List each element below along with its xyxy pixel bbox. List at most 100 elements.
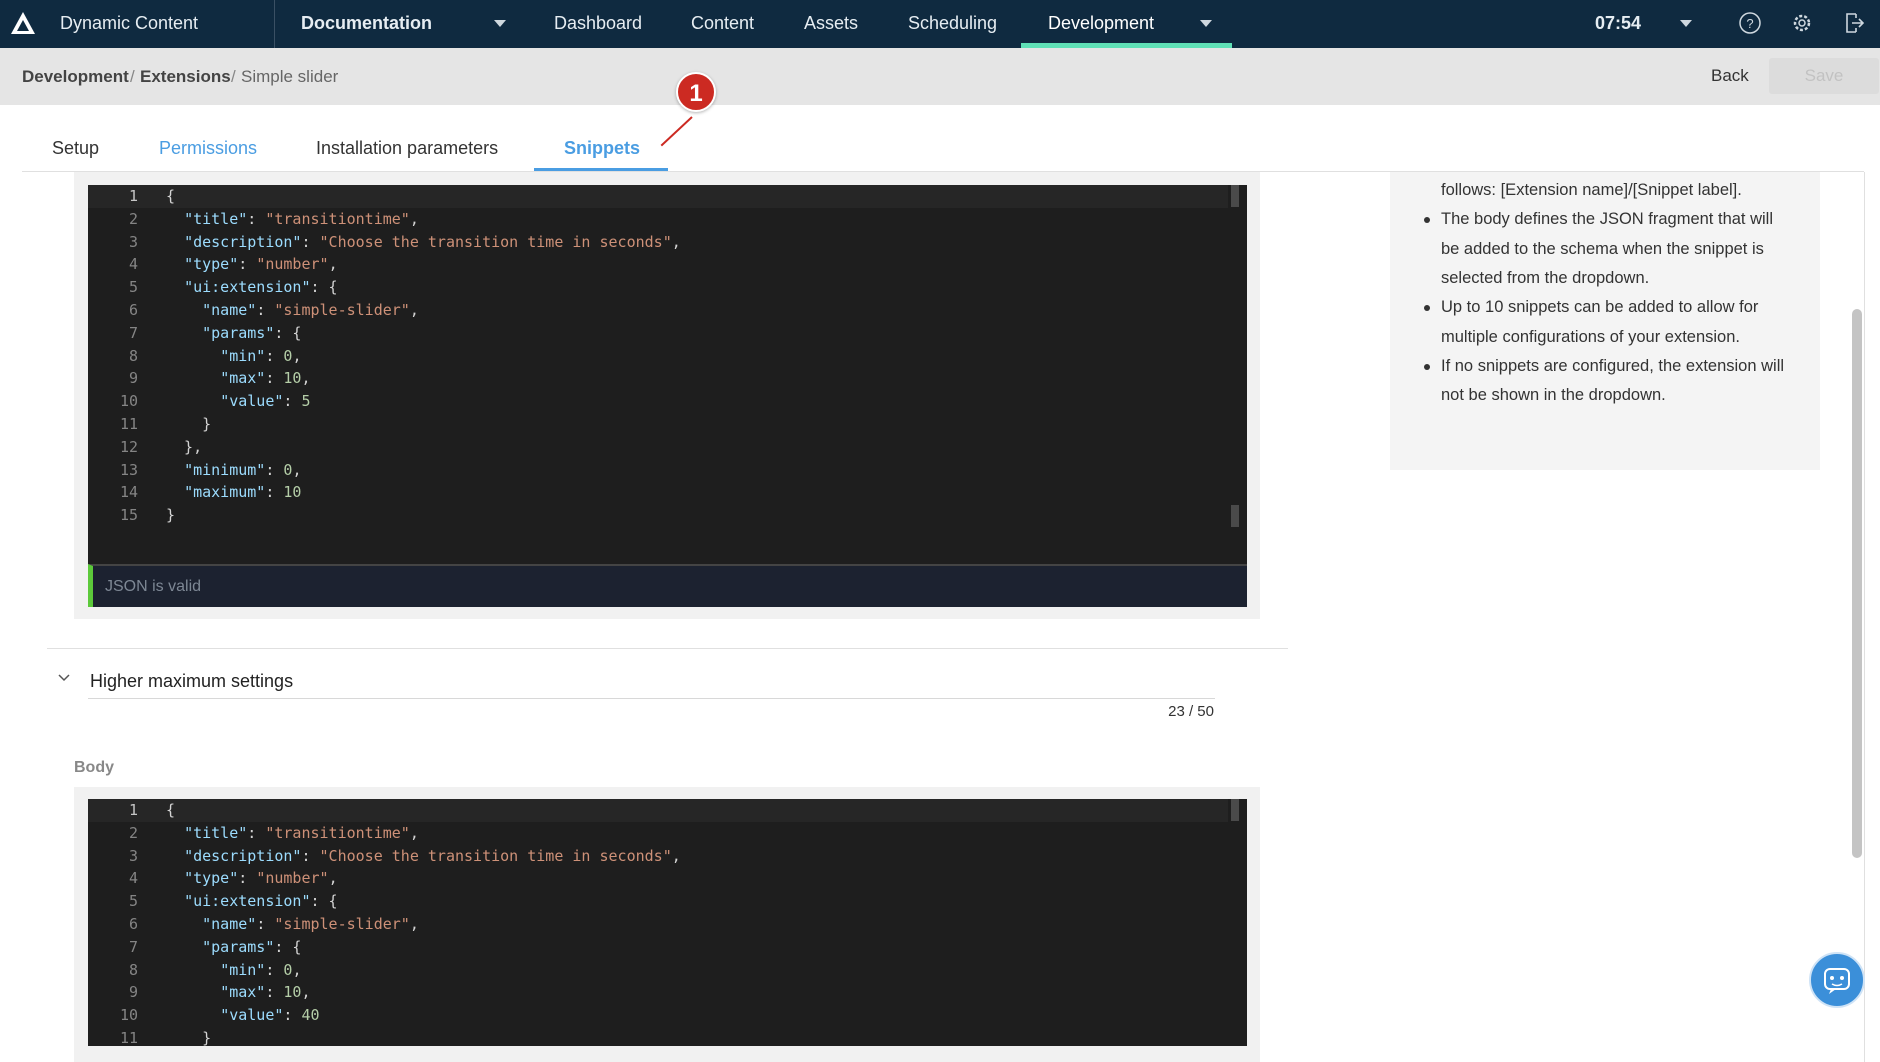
code-text: "description": "Choose the transition ti…: [166, 845, 681, 868]
code-token: : {: [274, 323, 302, 342]
code-token: ,: [292, 346, 302, 365]
code-token: :: [265, 346, 284, 365]
code-text: "min": 0,: [166, 345, 301, 368]
code-token: ,: [409, 823, 419, 842]
time-display: 07:54: [1595, 13, 1642, 33]
nav-assets[interactable]: Assets: [804, 0, 858, 48]
code-token: 40: [301, 1006, 320, 1025]
json-editor[interactable]: 1{2 "title": "transitiontime", 3 "descrip…: [88, 799, 1247, 1046]
code-line: 1{: [88, 185, 1228, 208]
breadcrumb-development[interactable]: Development: [22, 67, 129, 87]
tab-installation-parameters[interactable]: Installation parameters: [316, 138, 498, 159]
tab-setup[interactable]: Setup: [52, 138, 99, 159]
code-token: "ui:extension": [184, 278, 311, 297]
code-token: "params": [202, 937, 275, 956]
breadcrumb-bar: Development / Extensions / Simple slider…: [0, 48, 1880, 105]
chevron-down-icon[interactable]: [57, 673, 71, 683]
code-line: 2 "title": "transitiontime",: [88, 208, 1228, 231]
code-token: :: [256, 915, 275, 933]
line-number: 8: [128, 960, 138, 979]
code-text: "title": "transitiontime",: [166, 208, 419, 231]
page-scrollbar[interactable]: [1852, 309, 1862, 858]
breadcrumb-current: Simple slider: [241, 67, 339, 86]
breadcrumb-separator: /: [231, 67, 236, 86]
logo-icon[interactable]: [10, 11, 36, 37]
code-token: :: [301, 846, 320, 865]
tab-permissions[interactable]: Permissions: [159, 138, 257, 159]
code-token: ,: [409, 209, 419, 228]
code-text: "params": {: [166, 322, 301, 345]
code-token: "name": [202, 301, 257, 319]
code-token: :: [265, 960, 284, 979]
code-token: "max": [220, 369, 266, 388]
gear-icon[interactable]: [1790, 11, 1814, 35]
svg-text:?: ?: [1746, 16, 1753, 31]
code-token: :: [283, 1006, 302, 1025]
nav-development[interactable]: Development: [1048, 0, 1154, 48]
help-text: If no snippets are configured, the exten…: [1441, 356, 1785, 375]
top-nav: Dynamic Content Documentation Dashboard …: [0, 0, 1880, 48]
code-line: 10 "value": 5: [88, 390, 1228, 413]
app-title[interactable]: Dynamic Content: [60, 0, 198, 48]
code-token: ,: [292, 460, 302, 479]
code-token: "title": [184, 209, 248, 228]
line-number: 5: [128, 278, 138, 297]
code-text: "name": "simple-slider",: [166, 913, 419, 936]
code-token: :: [265, 460, 284, 479]
code-line: 11 }: [88, 1027, 1228, 1046]
line-number: 7: [128, 323, 138, 342]
help-text: be added to the schema when the snippet …: [1441, 239, 1764, 258]
caret-down-icon[interactable]: [494, 20, 506, 27]
logout-icon[interactable]: [1842, 11, 1866, 35]
help-text: Up to 10 snippets can be added to allow …: [1441, 298, 1759, 317]
hub-selector[interactable]: Documentation: [301, 0, 432, 48]
active-tab-indicator: [534, 168, 668, 171]
json-editor[interactable]: 1{2 "title": "transitiontime", 3 "descrip…: [88, 185, 1247, 564]
help-text: The body defines the JSON fragment that …: [1441, 210, 1773, 229]
breadcrumb-extensions[interactable]: Extensions: [140, 67, 231, 87]
code-line: 4 "type": "number",: [88, 867, 1228, 890]
editor-scrollbar[interactable]: [1231, 185, 1239, 207]
chatbot-button[interactable]: [1809, 952, 1865, 1008]
save-button[interactable]: Save: [1769, 58, 1879, 94]
code-token: 10: [283, 483, 302, 502]
nav-scheduling[interactable]: Scheduling: [908, 0, 997, 48]
line-number: 2: [128, 209, 138, 228]
code-token: ,: [328, 869, 338, 888]
code-token: :: [283, 392, 302, 411]
nav-content[interactable]: Content: [691, 0, 754, 48]
tab-snippets[interactable]: Snippets: [564, 138, 640, 159]
code-token: "value": [220, 392, 284, 411]
code-token: ,: [328, 255, 338, 274]
code-token: "transitiontime": [265, 209, 410, 228]
snippet-label-input[interactable]: Higher maximum settings: [90, 671, 293, 692]
code-token: : {: [310, 892, 338, 911]
help-icon[interactable]: ?: [1738, 11, 1762, 35]
back-button[interactable]: Back: [1711, 66, 1749, 86]
caret-down-icon[interactable]: [1680, 20, 1692, 27]
editor-scrollbar-marker: [1231, 505, 1239, 527]
code-line: 12 },: [88, 436, 1228, 459]
editor-scrollbar[interactable]: [1231, 799, 1239, 821]
caret-down-icon[interactable]: [1200, 20, 1212, 27]
help-text: not be shown in the dropdown.: [1441, 386, 1666, 405]
help-text: selected from the dropdown.: [1441, 268, 1650, 287]
code-line: 3 "description": "Choose the transition …: [88, 845, 1228, 868]
code-text: },: [166, 436, 202, 459]
nav-dashboard[interactable]: Dashboard: [554, 0, 642, 48]
code-token: ,: [292, 960, 302, 979]
code-text: "type": "number",: [166, 253, 338, 276]
